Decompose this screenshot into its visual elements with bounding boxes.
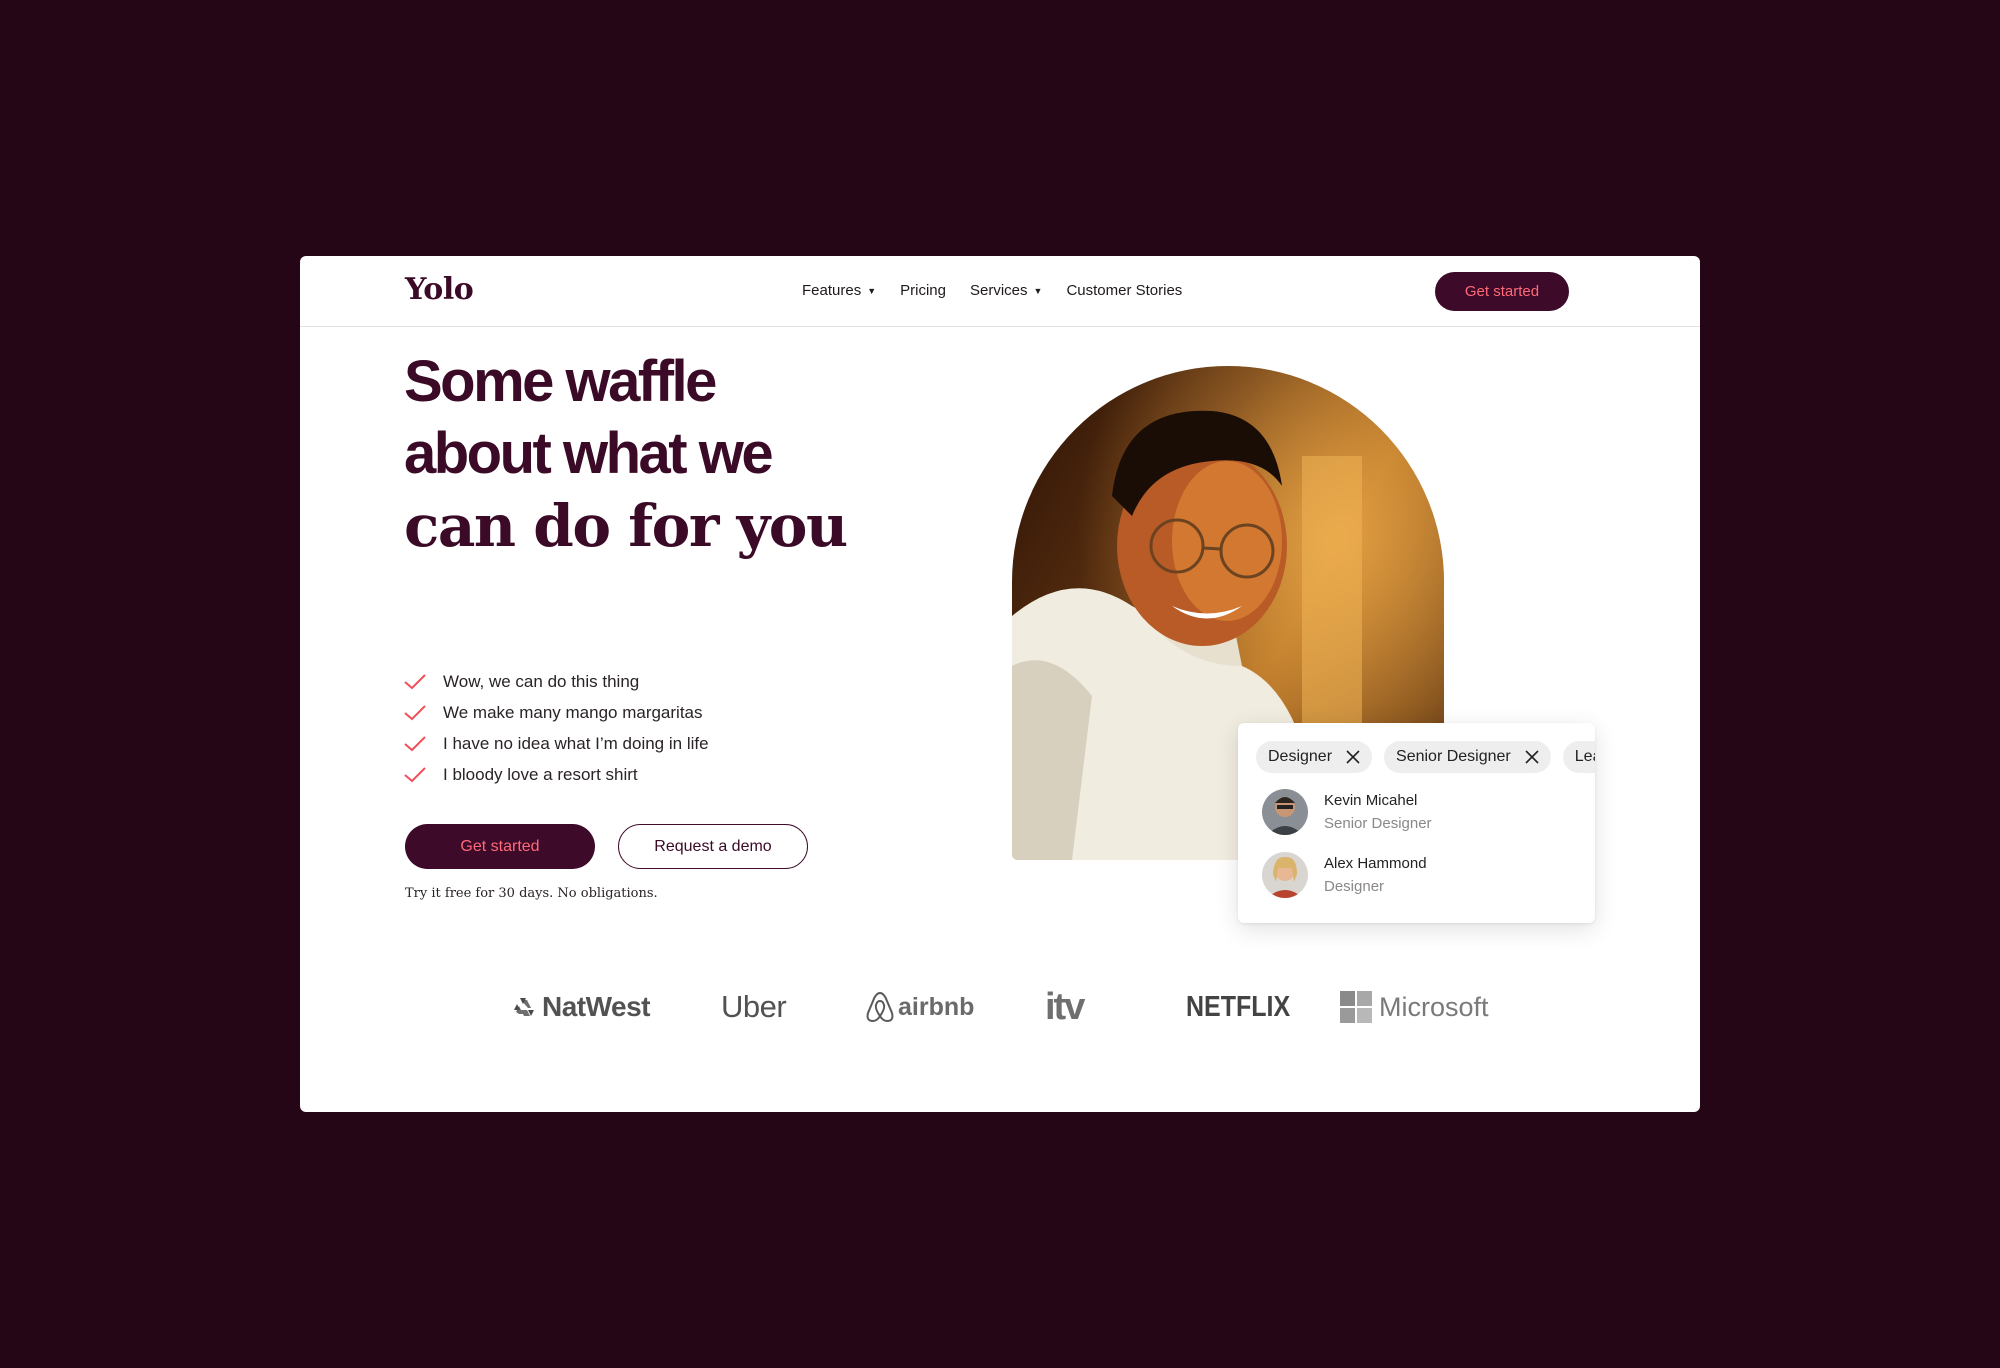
- netflix-text: NETFLIX: [1186, 990, 1291, 1023]
- natwest-text: NatWest: [542, 991, 651, 1022]
- checklist-text: I bloody love a resort shirt: [443, 764, 638, 784]
- nav-item-customer-stories[interactable]: Customer Stories: [1066, 282, 1182, 299]
- microsoft-logo: Microsoft: [1340, 982, 1489, 1032]
- natwest-logo: NatWest: [512, 982, 651, 1032]
- trial-note: Try it free for 30 days. No obligations.: [405, 886, 658, 901]
- logo[interactable]: Yolo: [405, 272, 474, 307]
- hero-headline: Some waffle about what we can do for you: [404, 346, 884, 562]
- check-icon: [404, 704, 426, 720]
- natwest-icon: [514, 998, 534, 1016]
- nav-links: Features ▼ Pricing Services ▼ Customer S…: [802, 282, 1206, 299]
- check-icon: [404, 735, 426, 751]
- feature-checklist: Wow, we can do this thing We make many m…: [404, 666, 709, 790]
- filter-chips: Designer Senior Designer Lea: [1256, 741, 1595, 773]
- person-row[interactable]: Kevin Micahel Senior Designer: [1262, 789, 1432, 835]
- nav-label: Customer Stories: [1066, 282, 1183, 299]
- close-icon[interactable]: [1525, 750, 1539, 764]
- uber-logo: Uber: [721, 982, 787, 1032]
- chevron-down-icon: ▼: [1033, 285, 1043, 296]
- request-demo-button[interactable]: Request a demo: [618, 824, 808, 869]
- microsoft-text: Microsoft: [1379, 991, 1489, 1022]
- close-icon[interactable]: [1346, 750, 1360, 764]
- uber-text: Uber: [721, 989, 787, 1024]
- nav-label: Pricing: [900, 282, 946, 299]
- get-started-button[interactable]: Get started: [405, 824, 595, 869]
- chevron-down-icon: ▼: [867, 285, 877, 296]
- team-filter-card: Designer Senior Designer Lea Kevin Micah…: [1238, 723, 1595, 923]
- person-role: Designer: [1324, 878, 1385, 895]
- nav-item-features[interactable]: Features ▼: [802, 282, 876, 299]
- nav-item-services[interactable]: Services ▼: [970, 282, 1042, 299]
- chip-label: Senior Designer: [1396, 748, 1511, 765]
- checklist-text: Wow, we can do this thing: [443, 671, 640, 691]
- netflix-logo: NETFLIX: [1186, 982, 1290, 1032]
- headline-line-2: about what we: [404, 421, 774, 486]
- nav-get-started-button[interactable]: Get started: [1435, 272, 1569, 311]
- chip-label: Lea: [1574, 748, 1595, 765]
- checklist-text: I have no idea what I’m doing in life: [443, 733, 709, 753]
- nav-label: Services: [969, 282, 1028, 299]
- person-name: Alex Hammond: [1324, 855, 1427, 872]
- person-name: Kevin Micahel: [1324, 792, 1418, 809]
- avatar: [1262, 789, 1308, 835]
- chip-senior-designer[interactable]: Senior Designer: [1384, 741, 1551, 773]
- check-icon: [404, 766, 426, 782]
- avatar: [1262, 852, 1308, 898]
- chip-label: Designer: [1268, 748, 1333, 765]
- checklist-text: We make many mango margaritas: [443, 702, 703, 722]
- person-role: Senior Designer: [1324, 815, 1432, 832]
- chip-designer[interactable]: Designer: [1256, 741, 1373, 773]
- airbnb-icon: [866, 991, 894, 1023]
- itv-logo: itv: [1045, 982, 1085, 1032]
- nav-item-pricing[interactable]: Pricing: [900, 282, 946, 299]
- chip-lead[interactable]: Lea: [1562, 741, 1595, 773]
- top-nav: Yolo Features ▼ Pricing Services ▼ Custo…: [300, 256, 1700, 327]
- page-frame: Yolo Features ▼ Pricing Services ▼ Custo…: [300, 256, 1700, 1112]
- list-item: We make many mango margaritas: [404, 697, 709, 728]
- headline-line-1: Some waffle: [404, 349, 717, 414]
- airbnb-logo: airbnb: [866, 982, 974, 1032]
- check-icon: [404, 673, 426, 689]
- client-logos: NatWest Uber airbnb itv NETFLIX Microsof…: [300, 982, 1700, 1032]
- itv-text: itv: [1045, 985, 1085, 1028]
- list-item: I have no idea what I’m doing in life: [404, 728, 709, 759]
- list-item: Wow, we can do this thing: [404, 666, 709, 697]
- headline-line-3: can do for you: [404, 492, 848, 560]
- person-row[interactable]: Alex Hammond Designer: [1262, 852, 1427, 898]
- nav-label: Features: [802, 282, 862, 299]
- list-item: I bloody love a resort shirt: [404, 759, 709, 790]
- airbnb-text: airbnb: [898, 992, 975, 1021]
- microsoft-icon: [1340, 991, 1372, 1023]
